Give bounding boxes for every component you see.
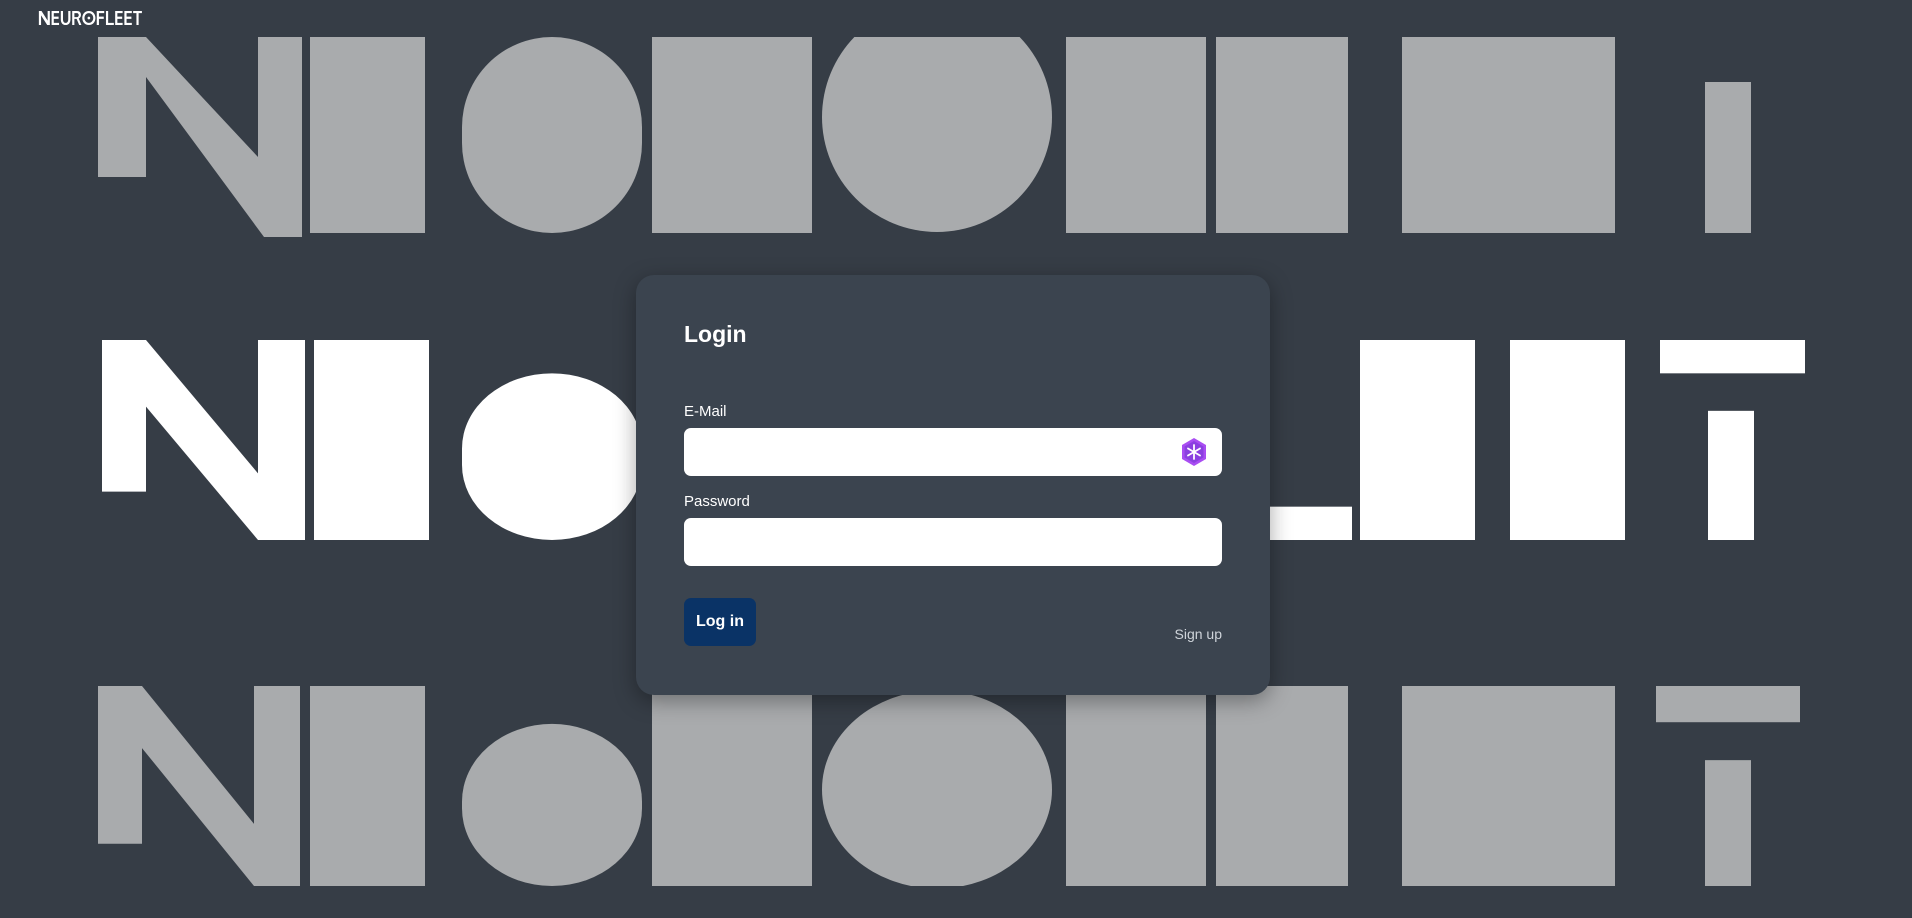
email-label: E-Mail xyxy=(684,403,727,420)
signup-link[interactable]: Sign up xyxy=(1175,626,1222,642)
email-input[interactable] xyxy=(684,428,1222,476)
background-logo-row-1 xyxy=(98,37,1751,237)
password-input[interactable] xyxy=(684,518,1222,566)
login-button[interactable]: Log in xyxy=(684,598,756,646)
background-logo-row-3 xyxy=(98,686,1800,886)
login-title: Login xyxy=(684,321,747,347)
neurofleet-logo xyxy=(38,10,142,26)
login-page: Login E-Mail Password Log in Sign up xyxy=(0,0,1912,918)
login-card: Login E-Mail Password Log in Sign up xyxy=(636,275,1270,695)
password-manager-icon[interactable] xyxy=(1179,437,1209,467)
password-label: Password xyxy=(684,493,750,510)
